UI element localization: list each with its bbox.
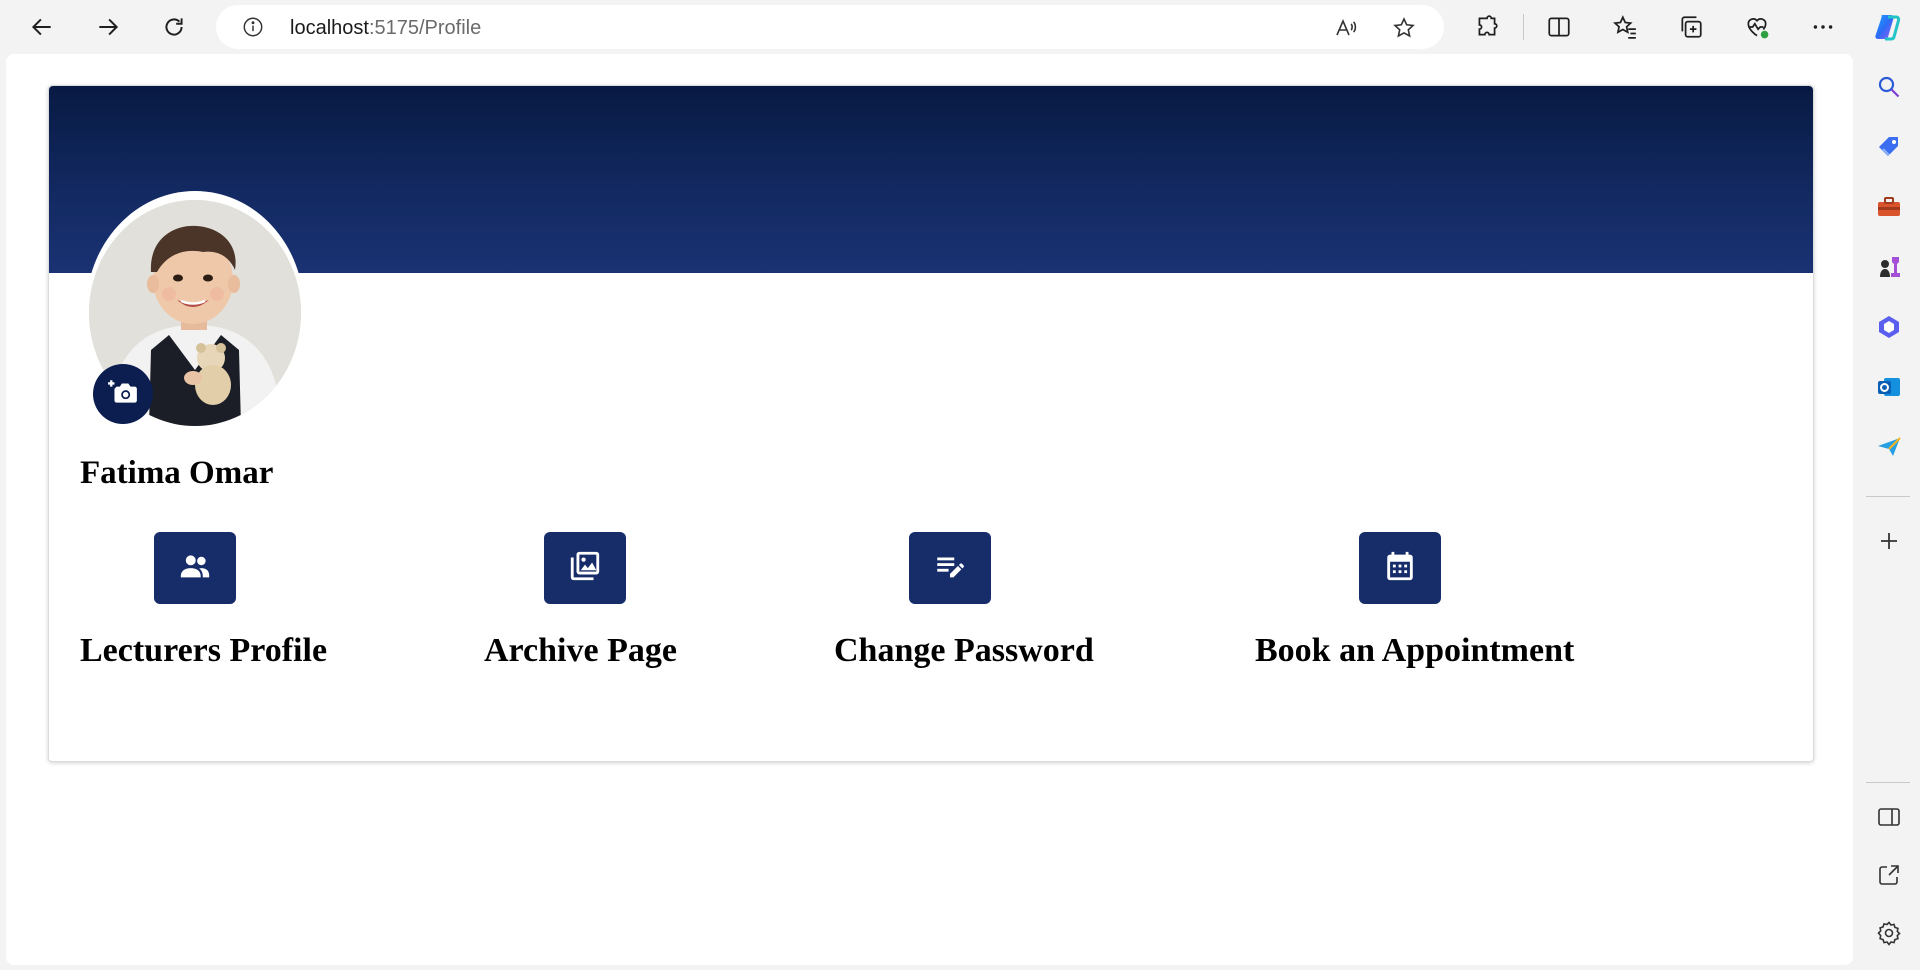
- address-bar[interactable]: localhost:5175/Profile: [216, 5, 1444, 49]
- sidebar-toggle-icon[interactable]: [1876, 804, 1902, 830]
- send-icon[interactable]: [1876, 434, 1902, 460]
- lecturers-profile-button[interactable]: [154, 532, 236, 604]
- profile-banner: [49, 86, 1813, 273]
- browser-essentials-icon[interactable]: [1744, 14, 1770, 40]
- browser-toolbar: localhost:5175/Profile: [0, 0, 1920, 54]
- page-viewport: Fatima Omar Lecturers Profile Archive Pa…: [6, 54, 1853, 965]
- back-arrow-icon[interactable]: [22, 9, 62, 45]
- browser-sidebar: [1856, 54, 1920, 970]
- url-host: localhost: [290, 17, 369, 39]
- refresh-icon[interactable]: [154, 9, 194, 45]
- sidebar-divider: [1866, 496, 1910, 497]
- sidebar-divider: [1866, 782, 1910, 783]
- split-screen-icon[interactable]: [1546, 14, 1572, 40]
- external-link-icon[interactable]: [1876, 862, 1902, 888]
- shopping-tag-icon[interactable]: [1876, 134, 1902, 160]
- copilot-icon[interactable]: [1872, 11, 1904, 43]
- collections-icon[interactable]: [1678, 14, 1704, 40]
- lecturers-profile-label[interactable]: Lecturers Profile: [80, 632, 327, 670]
- url-path: :5175/Profile: [368, 17, 482, 39]
- favorites-icon[interactable]: [1612, 14, 1638, 40]
- photo-library-icon: [568, 549, 602, 588]
- archive-page-button[interactable]: [544, 532, 626, 604]
- toolbar-divider: [1523, 14, 1524, 40]
- change-photo-button[interactable]: [93, 364, 153, 424]
- settings-gear-icon[interactable]: [1876, 920, 1902, 946]
- search-icon[interactable]: [1876, 74, 1902, 100]
- puzzle-icon[interactable]: [1474, 14, 1500, 40]
- archive-page-label[interactable]: Archive Page: [484, 632, 677, 670]
- chess-icon[interactable]: [1876, 254, 1902, 280]
- read-aloud-icon[interactable]: [1334, 16, 1358, 40]
- add-photo-camera-icon: [107, 376, 139, 413]
- toolbox-icon[interactable]: [1876, 194, 1902, 220]
- info-icon[interactable]: [242, 16, 264, 38]
- change-password-label[interactable]: Change Password: [834, 632, 1094, 670]
- book-appointment-button[interactable]: [1359, 532, 1441, 604]
- url-text[interactable]: localhost:5175/Profile: [290, 17, 481, 40]
- office-icon[interactable]: [1876, 314, 1902, 340]
- calendar-icon: [1383, 549, 1417, 588]
- change-password-button[interactable]: [909, 532, 991, 604]
- forward-arrow-icon[interactable]: [88, 9, 128, 45]
- book-appointment-label[interactable]: Book an Appointment: [1255, 632, 1574, 670]
- edit-note-icon: [933, 549, 967, 588]
- star-icon[interactable]: [1392, 16, 1416, 40]
- profile-name: Fatima Omar: [80, 455, 274, 491]
- add-icon[interactable]: [1876, 528, 1902, 554]
- profile-card: Fatima Omar Lecturers Profile Archive Pa…: [48, 85, 1814, 762]
- people-icon: [178, 549, 212, 588]
- outlook-icon[interactable]: [1876, 374, 1902, 400]
- more-icon[interactable]: [1810, 14, 1836, 40]
